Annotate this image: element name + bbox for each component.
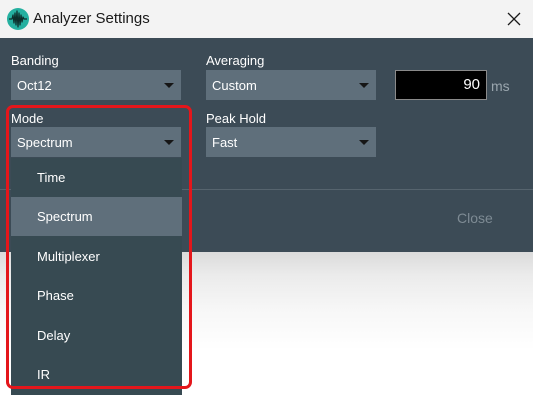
close-icon[interactable] bbox=[501, 6, 527, 32]
mode-option-phase[interactable]: Phase bbox=[11, 276, 182, 315]
mode-option-time[interactable]: Time bbox=[11, 158, 182, 197]
averaging-value: Custom bbox=[212, 78, 257, 93]
mode-option-label: Phase bbox=[37, 288, 74, 303]
mode-dropdown-list: Time Spectrum Multiplexer Phase Delay IR bbox=[11, 158, 182, 395]
mode-option-label: Multiplexer bbox=[37, 249, 100, 264]
waveform-icon bbox=[7, 8, 29, 30]
banding-select[interactable]: Oct12 bbox=[11, 70, 181, 100]
window-title: Analyzer Settings bbox=[33, 10, 150, 27]
mode-value: Spectrum bbox=[17, 135, 73, 150]
mode-option-delay[interactable]: Delay bbox=[11, 316, 182, 355]
averaging-time-unit: ms bbox=[491, 78, 510, 94]
averaging-select[interactable]: Custom bbox=[206, 70, 376, 100]
peak-hold-select[interactable]: Fast bbox=[206, 127, 376, 157]
mode-label: Mode bbox=[11, 111, 44, 126]
close-button[interactable]: Close bbox=[457, 210, 493, 226]
peak-hold-value: Fast bbox=[212, 135, 238, 150]
mode-option-multiplexer[interactable]: Multiplexer bbox=[11, 237, 182, 276]
title-bar: Analyzer Settings bbox=[0, 0, 533, 38]
mode-option-label: Spectrum bbox=[37, 209, 93, 224]
averaging-label: Averaging bbox=[206, 53, 265, 68]
peak-hold-label: Peak Hold bbox=[206, 111, 266, 126]
chevron-down-icon bbox=[164, 140, 174, 145]
mode-option-spectrum[interactable]: Spectrum bbox=[11, 197, 182, 236]
chevron-down-icon bbox=[359, 83, 369, 88]
mode-select[interactable]: Spectrum bbox=[11, 127, 181, 157]
banding-value: Oct12 bbox=[17, 78, 52, 93]
mode-option-label: Time bbox=[37, 170, 66, 185]
chevron-down-icon bbox=[164, 83, 174, 88]
mode-option-label: Delay bbox=[37, 328, 71, 343]
chevron-down-icon bbox=[359, 140, 369, 145]
averaging-time-input[interactable]: 90 bbox=[395, 70, 487, 100]
mode-option-ir[interactable]: IR bbox=[11, 355, 182, 394]
banding-label: Banding bbox=[11, 53, 59, 68]
mode-option-label: IR bbox=[37, 367, 50, 382]
